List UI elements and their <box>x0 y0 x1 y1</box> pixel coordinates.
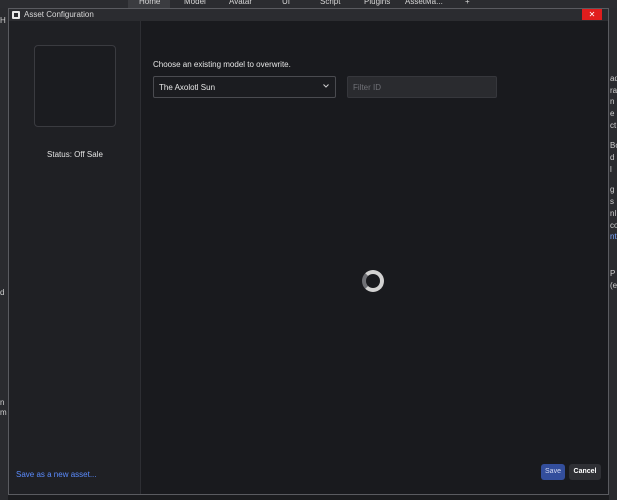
close-icon: ✕ <box>588 10 596 19</box>
right-panel-text: s <box>610 197 614 206</box>
status-label: Status: Off Sale <box>47 150 103 159</box>
tab-plugins[interactable]: Plugins <box>364 0 396 8</box>
studio-right-panel: ad ra n e ct Bo d l g s nl co nt P (e <box>609 8 617 500</box>
right-panel-text: co <box>610 221 617 230</box>
tab-model[interactable]: Model <box>184 0 214 8</box>
right-panel-text: n <box>610 97 615 106</box>
model-select-dropdown[interactable]: The Axolotl Sun <box>153 76 336 98</box>
save-button[interactable]: Save <box>541 464 565 480</box>
tab-script[interactable]: Script <box>320 0 348 8</box>
chevron-down-icon <box>323 84 329 88</box>
right-panel-text: ad <box>610 74 617 83</box>
right-panel-text: g <box>610 185 615 194</box>
tab-assetmanager[interactable]: AssetMa... <box>405 0 451 8</box>
studio-logo-icon <box>12 11 20 19</box>
tab-avatar[interactable]: Avatar <box>229 0 261 8</box>
left-panel-text: H <box>0 16 6 25</box>
right-panel-text: nt <box>610 232 617 241</box>
save-as-new-asset-link[interactable]: Save as a new asset... <box>16 470 97 479</box>
selected-model-label: The Axolotl Sun <box>159 83 216 92</box>
left-panel-text: n <box>0 398 5 407</box>
cancel-button[interactable]: Cancel <box>569 464 601 480</box>
dialog-title: Asset Configuration <box>24 10 94 19</box>
filter-id-input[interactable] <box>347 76 497 98</box>
loading-spinner-icon <box>362 270 384 292</box>
dialog-titlebar[interactable]: Asset Configuration ✕ <box>9 9 608 21</box>
right-panel-text: d <box>610 153 615 162</box>
right-panel-text: Bo <box>610 141 617 150</box>
asset-thumbnail <box>34 45 116 127</box>
right-panel-text: P <box>610 269 616 278</box>
studio-ribbon-tabs <box>0 0 617 8</box>
overwrite-panel: Choose an existing model to overwrite. T… <box>142 21 608 494</box>
close-button[interactable]: ✕ <box>582 9 602 20</box>
asset-sidebar: Status: Off Sale <box>9 21 141 494</box>
right-panel-text: nl <box>610 209 617 218</box>
right-panel-text: l <box>610 165 612 174</box>
left-panel-text: m <box>0 408 7 417</box>
overwrite-prompt: Choose an existing model to overwrite. <box>153 60 291 69</box>
studio-left-panel: H d n m <box>0 8 8 500</box>
right-panel-text: ra <box>610 86 617 95</box>
tab-ui[interactable]: UI <box>282 0 296 8</box>
left-panel-text: d <box>0 288 5 297</box>
right-panel-text: (e <box>610 281 617 290</box>
tab-home[interactable]: Home <box>128 0 170 8</box>
asset-configuration-dialog: Asset Configuration ✕ Status: Off Sale C… <box>8 8 609 495</box>
right-panel-text: ct <box>610 121 617 130</box>
tab-add[interactable]: + <box>465 0 475 8</box>
right-panel-text: e <box>610 109 615 118</box>
